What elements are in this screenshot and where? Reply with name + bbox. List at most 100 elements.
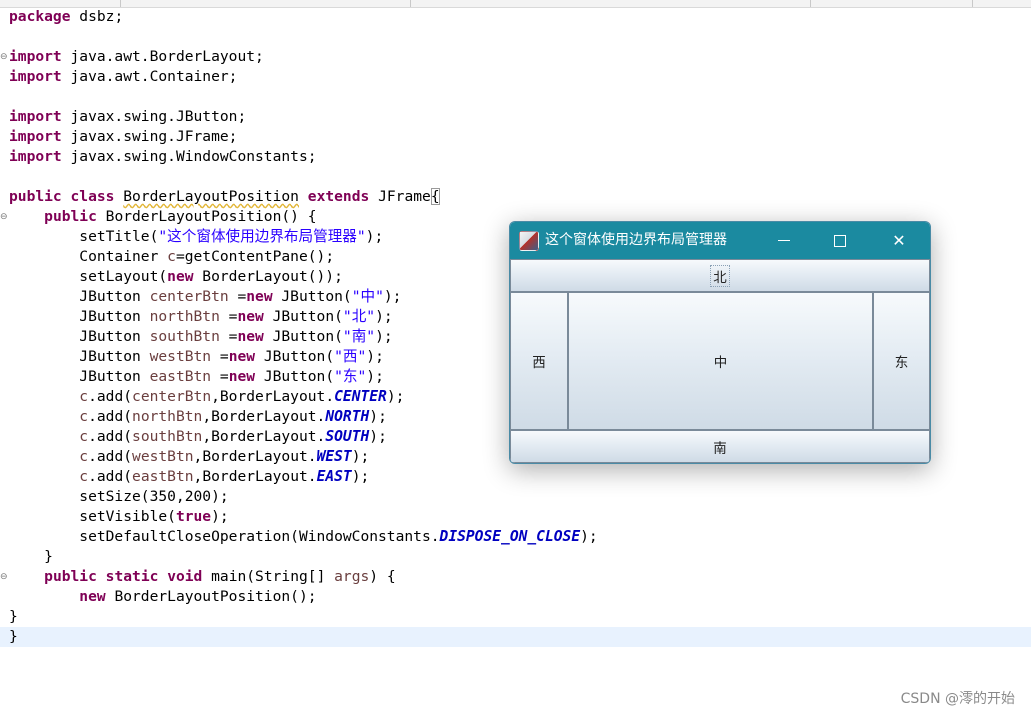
code-token: ,BorderLayout. [193, 448, 317, 465]
code-token: } [9, 548, 53, 565]
code-line[interactable]: ⊖ public static void main(String[] args)… [0, 567, 1031, 587]
code-line[interactable]: ⊖ import java.awt.BorderLayout; [0, 47, 1031, 67]
code-text: new BorderLayoutPosition(); [9, 587, 317, 607]
code-token: extends [307, 188, 370, 205]
code-token: .add( [88, 448, 133, 465]
code-line[interactable]: } [0, 607, 1031, 627]
swing-frame-window: 这个窗体使用边界布局管理器 ✕ 北 西 中 东 南 [509, 221, 931, 464]
code-token: southBtn [132, 428, 203, 445]
code-token: JFrame [369, 188, 431, 205]
maximize-button[interactable] [817, 222, 863, 259]
code-token: setSize(350,200); [9, 488, 229, 505]
code-line[interactable]: public class BorderLayoutPosition extend… [0, 187, 1031, 207]
code-line[interactable]: import java.awt.Container; [0, 67, 1031, 87]
content-pane: 北 西 中 东 南 [510, 259, 930, 463]
code-token: JButton( [263, 328, 343, 345]
code-token: CENTER [334, 388, 387, 405]
code-token: BorderLayoutPosition(); [105, 588, 317, 605]
code-text: Container c=getContentPane(); [9, 247, 334, 267]
north-button[interactable]: 北 [510, 259, 930, 292]
window-titlebar[interactable]: 这个窗体使用边界布局管理器 ✕ [510, 222, 930, 259]
code-token: new [237, 308, 264, 325]
minimize-button[interactable] [761, 222, 807, 259]
code-token: "这个窗体使用边界布局管理器" [158, 228, 366, 245]
code-token: JButton( [255, 348, 335, 365]
close-button[interactable]: ✕ [876, 222, 922, 259]
code-token: BorderLayout()); [193, 268, 343, 285]
south-button-label: 南 [713, 440, 727, 457]
code-token: static [105, 568, 159, 585]
code-token: = [211, 368, 229, 385]
code-token: public [44, 208, 97, 225]
code-text: public static void main(String[] args) { [9, 567, 396, 587]
code-line[interactable] [0, 27, 1031, 47]
code-token: main(String[] [202, 568, 335, 585]
code-token: public [9, 188, 62, 205]
code-token: ) { [369, 568, 396, 585]
code-token: JButton [9, 308, 150, 325]
code-line[interactable]: new BorderLayoutPosition(); [0, 587, 1031, 607]
code-token: import [9, 68, 62, 85]
code-token: ); [366, 368, 384, 385]
tab-separator [972, 0, 973, 7]
code-line[interactable]: } [0, 627, 1031, 647]
code-token: ); [375, 308, 393, 325]
code-line[interactable] [0, 87, 1031, 107]
code-token: =getContentPane(); [175, 248, 335, 265]
fold-toggle-icon[interactable]: ⊖ [0, 47, 8, 67]
code-token: new [228, 348, 256, 365]
code-text: JButton northBtn =new JButton("北"); [9, 307, 393, 327]
code-text: import javax.swing.JFrame; [9, 127, 237, 147]
code-token: westBtn [132, 448, 194, 465]
code-token: javax.swing.WindowConstants; [61, 148, 317, 165]
code-token: c [79, 468, 89, 485]
code-token: javax.swing.JButton; [61, 108, 247, 125]
code-line[interactable]: setSize(350,200); [0, 487, 1031, 507]
watermark: CSDN @澪的开始 [900, 691, 1015, 707]
code-token: SOUTH [325, 428, 370, 445]
code-line[interactable]: setVisible(true); [0, 507, 1031, 527]
code-token: "东" [334, 368, 367, 385]
code-token: c [79, 448, 89, 465]
code-token: c [79, 408, 89, 425]
maximize-icon [834, 234, 846, 247]
code-line[interactable]: import javax.swing.JFrame; [0, 127, 1031, 147]
code-token: JButton [9, 348, 150, 365]
code-text: setVisible(true); [9, 507, 229, 527]
code-token: java.awt.BorderLayout; [61, 48, 264, 65]
code-token: ); [211, 508, 229, 525]
java-app-icon [519, 231, 539, 251]
fold-toggle-icon[interactable]: ⊖ [0, 567, 8, 587]
code-token: JButton [9, 368, 150, 385]
code-token: import [9, 148, 62, 165]
east-button[interactable]: 东 [873, 292, 930, 430]
code-token: NORTH [325, 408, 370, 425]
south-button[interactable]: 南 [510, 430, 930, 463]
center-button[interactable]: 中 [568, 292, 873, 430]
code-token: JButton( [272, 288, 352, 305]
code-token: import [9, 48, 62, 65]
code-token: JButton [9, 288, 150, 305]
code-token: ,BorderLayout. [211, 388, 335, 405]
code-line[interactable]: } [0, 547, 1031, 567]
code-line[interactable]: import javax.swing.WindowConstants; [0, 147, 1031, 167]
west-button[interactable]: 西 [510, 292, 568, 430]
code-line[interactable]: c.add(eastBtn,BorderLayout.EAST); [0, 467, 1031, 487]
code-line[interactable] [0, 167, 1031, 187]
fold-toggle-icon[interactable]: ⊖ [0, 207, 8, 227]
code-line[interactable]: setDefaultCloseOperation(WindowConstants… [0, 527, 1031, 547]
code-token: setLayout( [9, 268, 168, 285]
code-token: setVisible( [9, 508, 176, 525]
code-token: import [9, 128, 62, 145]
north-button-label: 北 [710, 264, 730, 287]
code-line[interactable]: package dsbz; [0, 7, 1031, 27]
code-line[interactable]: import javax.swing.JButton; [0, 107, 1031, 127]
code-token: northBtn [149, 308, 220, 325]
